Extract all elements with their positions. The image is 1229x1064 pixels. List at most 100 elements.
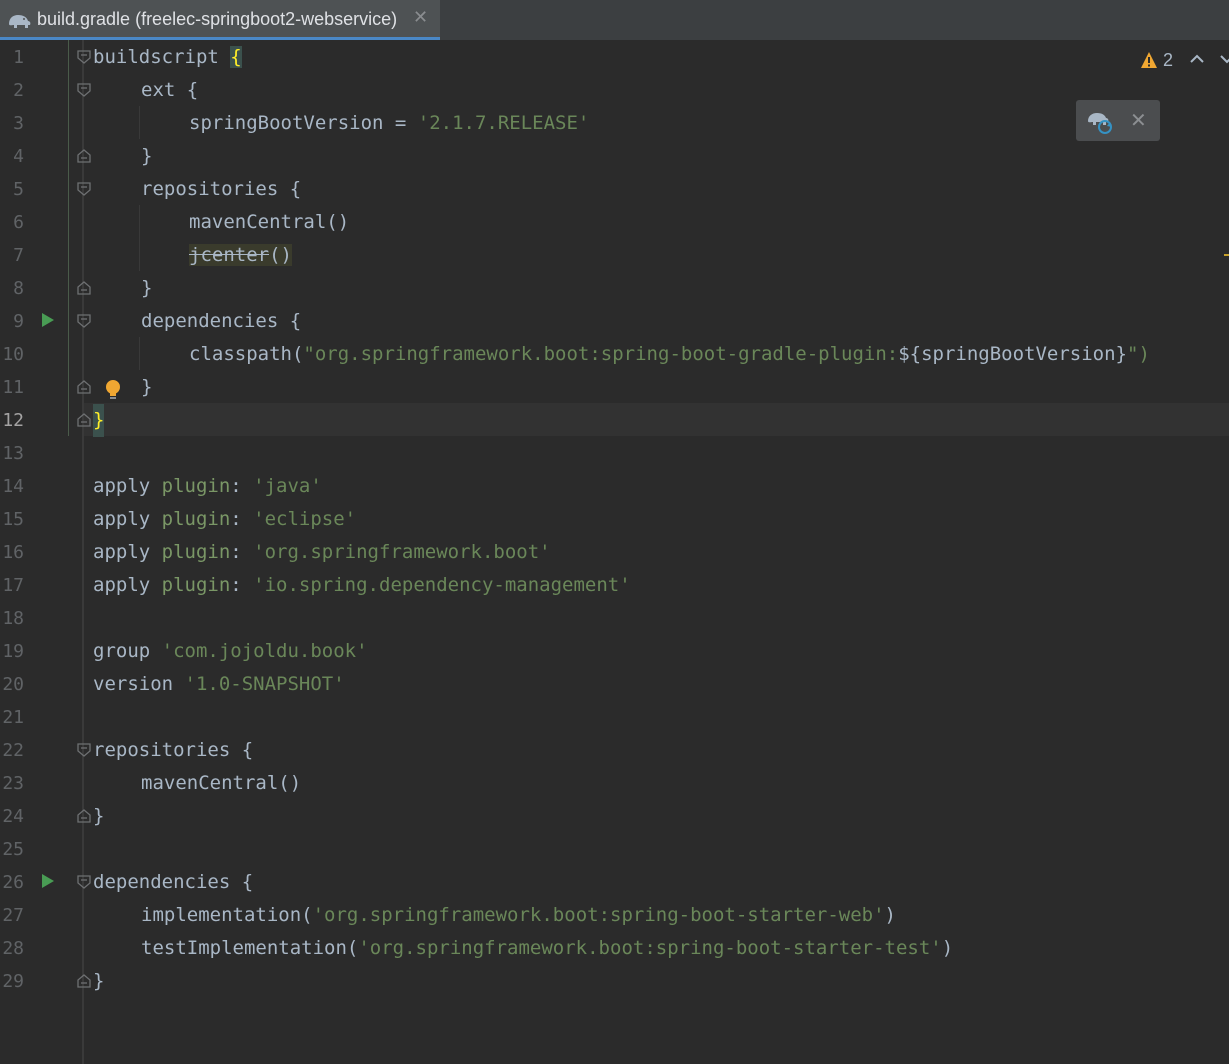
code-line-15: apply plugin: 'eclipse': [93, 503, 356, 536]
fold-end-icon[interactable]: [76, 973, 92, 989]
tab-title: build.gradle (freelec-springboot2-webser…: [37, 9, 398, 29]
string-literal: '2.1.7.RELEASE': [417, 112, 590, 134]
indent-guide: [139, 205, 140, 271]
line-number: 15: [2, 509, 24, 530]
tab-build-gradle[interactable]: build.gradle (freelec-springboot2-webser…: [0, 0, 440, 40]
line-number: 17: [2, 575, 24, 596]
line-number: 11: [2, 377, 24, 398]
fold-collapse-icon[interactable]: [76, 49, 92, 65]
line-number: 24: [2, 806, 24, 827]
fold-collapse-icon[interactable]: [76, 313, 92, 329]
fold-collapse-icon[interactable]: [76, 82, 92, 98]
line-number: 22: [2, 740, 24, 761]
brace-scope-guide: [68, 40, 69, 436]
inspection-widget[interactable]: 2: [1140, 48, 1173, 72]
code-line-12: }: [93, 404, 105, 437]
code-line-8: }: [141, 277, 153, 299]
code-token: classpath(: [189, 343, 304, 365]
deprecated-call: jcenter: [189, 244, 270, 266]
warning-count: 2: [1163, 49, 1174, 70]
code-line-5: repositories {: [141, 178, 302, 200]
code-token: apply: [93, 508, 162, 530]
code-token: implementation(: [141, 904, 313, 926]
fold-end-icon[interactable]: [76, 280, 92, 296]
code-line-2: ext {: [141, 79, 199, 101]
code-token: apply: [93, 541, 162, 563]
line-number: 6: [13, 212, 24, 233]
code-line-19: group 'com.jojoldu.book': [93, 635, 368, 668]
line-number: 23: [2, 773, 24, 794]
line-number: 12: [2, 410, 24, 431]
gradle-sync-icon[interactable]: [1086, 108, 1114, 134]
code-line-4: }: [141, 145, 153, 167]
line-number: 10: [2, 344, 24, 365]
fold-end-icon[interactable]: [76, 412, 92, 428]
code-line-17: apply plugin: 'io.spring.dependency-mana…: [93, 569, 631, 602]
code-line-14: apply plugin: 'java': [93, 470, 322, 503]
named-arg: plugin: [161, 508, 231, 530]
indent-guide: [139, 106, 140, 139]
code-line-29: }: [93, 970, 105, 992]
string-literal: 'eclipse': [253, 508, 357, 530]
code-token: version: [93, 673, 185, 695]
string-literal: "org.springframework.boot:spring-boot-gr…: [303, 343, 899, 365]
code-token: :: [230, 475, 254, 497]
code-token: ): [941, 937, 954, 959]
warning-scroll-marker[interactable]: [1224, 254, 1229, 256]
line-number: 19: [2, 641, 24, 662]
code-line-26: dependencies {: [93, 871, 254, 893]
line-number: 18: [2, 608, 24, 629]
line-number: 29: [2, 971, 24, 992]
code-token: buildscript: [93, 46, 231, 68]
fold-end-icon[interactable]: [76, 808, 92, 824]
indent-guide: [139, 337, 140, 370]
line-number: 20: [2, 674, 24, 695]
fold-collapse-icon[interactable]: [76, 742, 92, 758]
line-number: 3: [13, 113, 24, 134]
line-number: 13: [2, 443, 24, 464]
fold-end-icon[interactable]: [76, 148, 92, 164]
line-number: 2: [13, 80, 24, 101]
named-arg: plugin: [161, 475, 231, 497]
string-literal: "): [1127, 343, 1150, 365]
code-line-10: classpath("org.springframework.boot:spri…: [189, 338, 1150, 371]
line-number: 21: [2, 707, 24, 728]
code-token: apply: [93, 574, 162, 596]
fold-collapse-icon[interactable]: [76, 874, 92, 890]
code-token: springBootVersion =: [189, 112, 418, 134]
code-token: testImplementation(: [141, 937, 359, 959]
line-number: 28: [2, 938, 24, 959]
code-line-7: jcenter(): [189, 239, 292, 272]
line-number: 25: [2, 839, 24, 860]
code-token: group: [93, 640, 162, 662]
line-number: 4: [13, 146, 24, 167]
line-number: 7: [13, 245, 24, 266]
fold-collapse-icon[interactable]: [76, 181, 92, 197]
run-gradle-icon[interactable]: [41, 312, 55, 328]
chevron-up-icon[interactable]: [1188, 50, 1206, 68]
current-line-highlight: [84, 403, 1229, 436]
matched-brace: {: [230, 46, 242, 68]
line-number: 1: [13, 47, 24, 68]
lightbulb-icon[interactable]: [104, 378, 122, 402]
code-line-11: }: [141, 376, 153, 398]
code-line-22: repositories {: [93, 739, 254, 761]
code-line-28: testImplementation('org.springframework.…: [141, 932, 953, 965]
code-line-9: dependencies {: [141, 310, 302, 332]
code-token: apply: [93, 475, 162, 497]
code-line-1: buildscript {: [93, 41, 242, 74]
chevron-down-icon[interactable]: [1218, 50, 1229, 68]
gradle-elephant-icon: [9, 15, 31, 28]
tab-close-icon[interactable]: ✕: [413, 7, 428, 28]
close-icon[interactable]: ✕: [1130, 108, 1147, 133]
line-number: 9: [13, 311, 24, 332]
string-literal: 'com.jojoldu.book': [161, 640, 368, 662]
line-number: 8: [13, 278, 24, 299]
string-interpolation: ${springBootVersion}: [898, 343, 1127, 365]
code-token: (): [269, 244, 292, 266]
run-gradle-icon[interactable]: [41, 873, 55, 889]
line-number: 5: [13, 179, 24, 200]
fold-end-icon[interactable]: [76, 379, 92, 395]
string-literal: '1.0-SNAPSHOT': [184, 673, 345, 695]
line-number: 14: [2, 476, 24, 497]
